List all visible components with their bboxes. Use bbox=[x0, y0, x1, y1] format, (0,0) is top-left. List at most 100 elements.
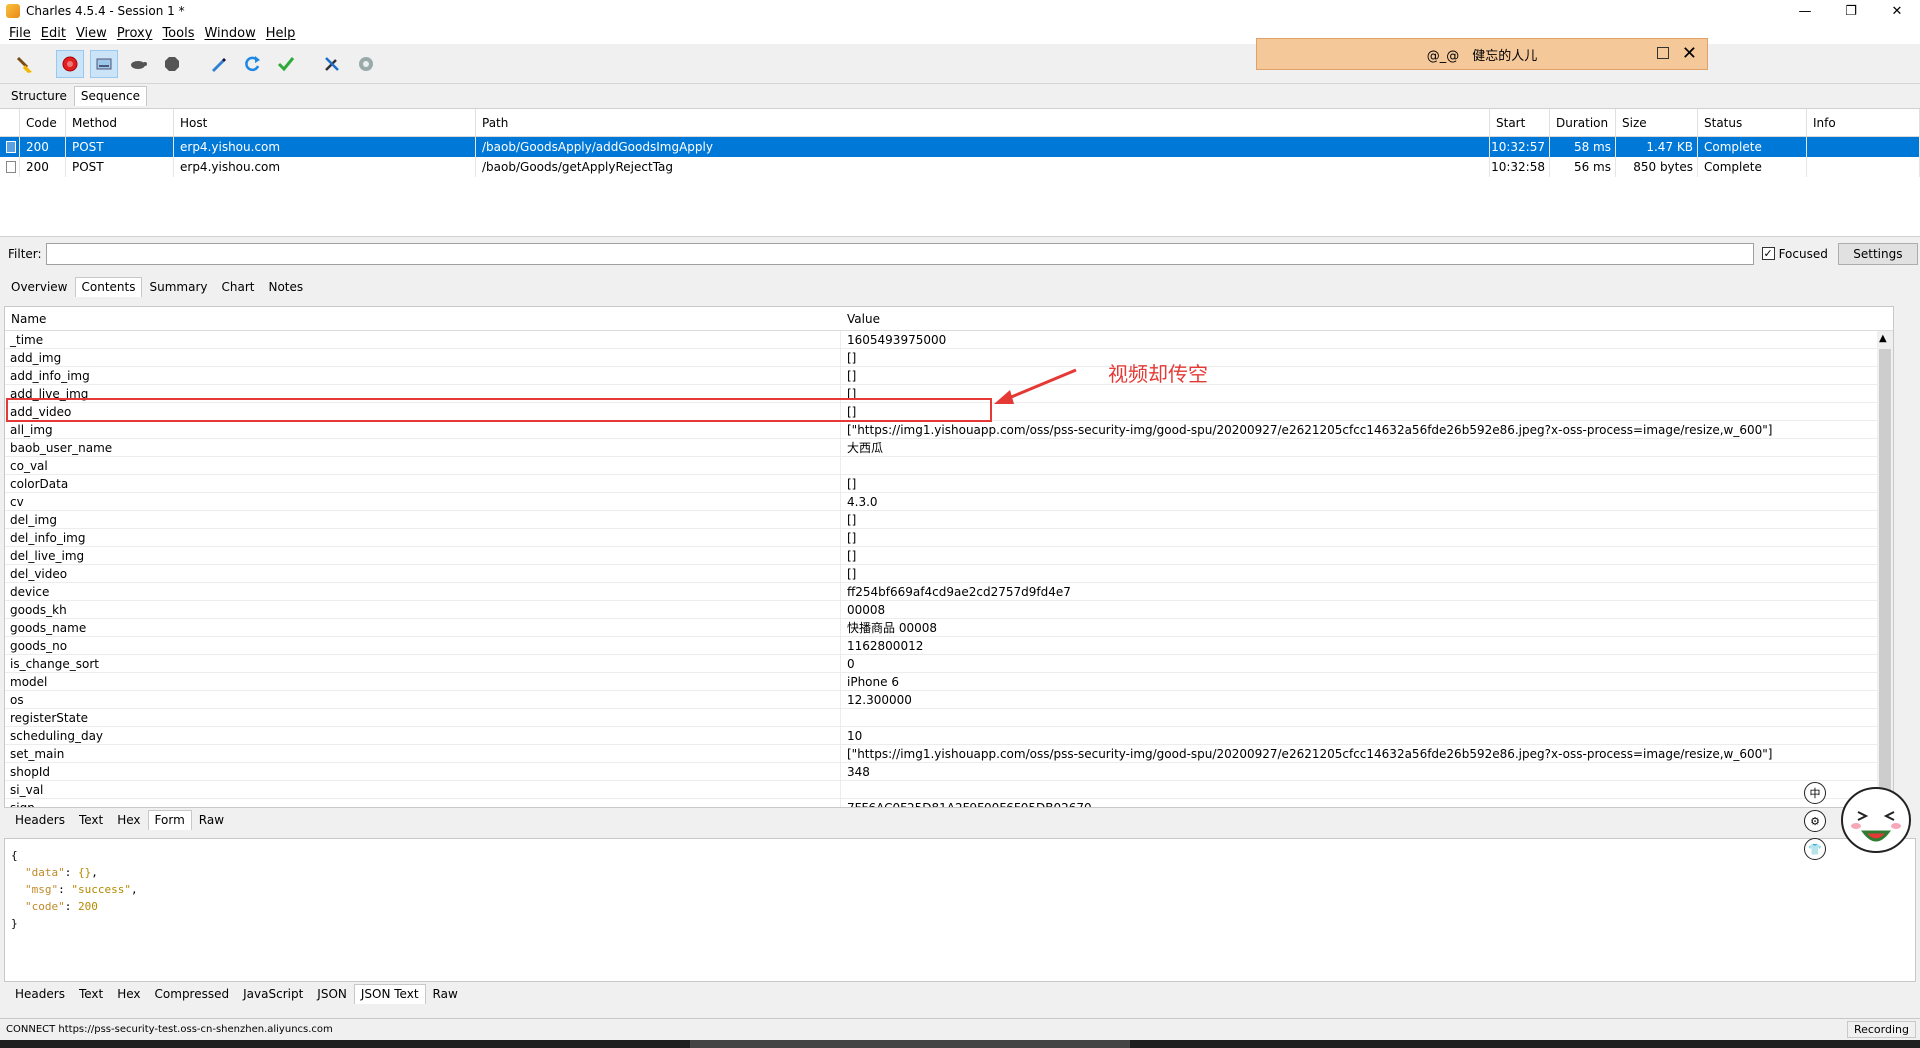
col-value[interactable]: Value bbox=[841, 312, 880, 326]
stop-icon[interactable] bbox=[158, 50, 186, 78]
tab-request-text[interactable]: Text bbox=[72, 810, 110, 830]
tab-request-headers[interactable]: Headers bbox=[8, 810, 72, 830]
gear-icon[interactable] bbox=[352, 50, 380, 78]
menu-file[interactable]: File bbox=[4, 26, 36, 41]
tab-sequence[interactable]: Sequence bbox=[73, 86, 148, 106]
tab-overview[interactable]: Overview bbox=[4, 277, 75, 297]
broom-icon[interactable] bbox=[10, 50, 38, 78]
scroll-up-icon[interactable]: ▲ bbox=[1879, 333, 1887, 344]
form-row[interactable]: goods_kh 00008 bbox=[5, 601, 1893, 619]
form-row[interactable]: shopId 348 bbox=[5, 763, 1893, 781]
form-row-value: [] bbox=[847, 530, 857, 545]
tab-response-headers[interactable]: Headers bbox=[8, 984, 72, 1004]
col-method[interactable]: Method bbox=[66, 109, 174, 136]
menu-proxy[interactable]: Proxy bbox=[112, 26, 158, 41]
form-row[interactable]: del_info_img [] bbox=[5, 529, 1893, 547]
form-row[interactable]: _time 1605493975000 bbox=[5, 331, 1893, 349]
tools-icon[interactable] bbox=[318, 50, 346, 78]
ime-skin-icon[interactable]: 👕 bbox=[1804, 838, 1826, 860]
turtle-icon[interactable] bbox=[124, 50, 152, 78]
form-row[interactable]: is_change_sort 0 bbox=[5, 655, 1893, 673]
tab-response-json[interactable]: JSON bbox=[310, 984, 354, 1004]
ime-settings-icon[interactable]: ⚙ bbox=[1804, 810, 1826, 832]
notification-maximize-icon[interactable] bbox=[1657, 47, 1669, 59]
table-row[interactable]: 200 POST erp4.yishou.com /baob/GoodsAppl… bbox=[0, 137, 1920, 157]
maximize-button[interactable]: ❐ bbox=[1828, 0, 1874, 22]
form-row[interactable]: add_info_img [] bbox=[5, 367, 1893, 385]
tab-summary[interactable]: Summary bbox=[142, 277, 214, 297]
form-row[interactable]: os 12.300000 bbox=[5, 691, 1893, 709]
minimize-button[interactable]: — bbox=[1782, 0, 1828, 22]
check-icon[interactable] bbox=[272, 50, 300, 78]
form-row[interactable]: device ff254bf669af4cd9ae2cd2757d9fd4e7 bbox=[5, 583, 1893, 601]
col-size[interactable]: Size bbox=[1616, 109, 1698, 136]
form-row[interactable]: goods_name 快播商品 00008 bbox=[5, 619, 1893, 637]
tab-structure[interactable]: Structure bbox=[4, 86, 74, 106]
col-info[interactable]: Info bbox=[1807, 109, 1920, 136]
tab-request-form[interactable]: Form bbox=[147, 810, 192, 830]
json-response-pane[interactable]: { "data": {}, "msg": "success", "code": … bbox=[4, 838, 1916, 982]
throttle-icon[interactable] bbox=[90, 49, 118, 78]
menu-tools[interactable]: Tools bbox=[157, 26, 199, 41]
col-name[interactable]: Name bbox=[5, 312, 841, 326]
form-row[interactable]: registerState bbox=[5, 709, 1893, 727]
notification-text: @_@ 健忘的人儿 bbox=[1426, 48, 1538, 64]
table-row[interactable]: 200 POST erp4.yishou.com /baob/Goods/get… bbox=[0, 157, 1920, 177]
notification-close-icon[interactable]: ✕ bbox=[1682, 43, 1697, 64]
form-row[interactable]: si_val bbox=[5, 781, 1893, 799]
form-row[interactable]: colorData [] bbox=[5, 475, 1893, 493]
tab-request-hex[interactable]: Hex bbox=[110, 810, 147, 830]
col-code[interactable]: Code bbox=[20, 109, 66, 136]
vertical-scrollbar[interactable]: ▲ bbox=[1877, 331, 1893, 807]
form-row[interactable]: set_main ["https://img1.yishouapp.com/oss… bbox=[5, 745, 1893, 763]
col-duration[interactable]: Duration bbox=[1550, 109, 1616, 136]
form-row[interactable]: scheduling_day 10 bbox=[5, 727, 1893, 745]
form-row[interactable]: model iPhone 6 bbox=[5, 673, 1893, 691]
form-row-name: cv bbox=[5, 493, 841, 510]
tab-response-hex[interactable]: Hex bbox=[110, 984, 147, 1004]
menu-view[interactable]: View bbox=[71, 26, 112, 41]
sequence-header: Code Method Host Path Start Duration Siz… bbox=[0, 109, 1920, 137]
form-row[interactable]: all_img ["https://img1.yishouapp.com/oss/… bbox=[5, 421, 1893, 439]
record-icon[interactable] bbox=[56, 49, 84, 78]
scrollbar-thumb[interactable] bbox=[1879, 349, 1891, 799]
tab-response-javascript[interactable]: JavaScript bbox=[236, 984, 310, 1004]
menu-help[interactable]: Help bbox=[261, 26, 301, 41]
notification-popup: @_@ 健忘的人儿 ✕ bbox=[1256, 38, 1708, 70]
form-row-value: iPhone 6 bbox=[847, 674, 899, 689]
filter-label: Filter: bbox=[8, 246, 42, 261]
refresh-icon[interactable] bbox=[238, 50, 266, 78]
form-row[interactable]: cv 4.3.0 bbox=[5, 493, 1893, 511]
tab-request-raw[interactable]: Raw bbox=[192, 810, 231, 830]
filter-input[interactable] bbox=[45, 242, 1754, 265]
form-row[interactable]: baob_user_name 大西瓜 bbox=[5, 439, 1893, 457]
form-row[interactable]: add_img [] bbox=[5, 349, 1893, 367]
tab-chart[interactable]: Chart bbox=[214, 277, 261, 297]
settings-button[interactable]: Settings bbox=[1837, 242, 1918, 265]
menu-edit[interactable]: Edit bbox=[36, 26, 71, 41]
pen-icon[interactable] bbox=[204, 50, 232, 78]
col-status[interactable]: Status bbox=[1698, 109, 1807, 136]
close-button[interactable]: ✕ bbox=[1874, 0, 1920, 22]
col-start[interactable]: Start bbox=[1490, 109, 1550, 136]
tab-response-text[interactable]: Text bbox=[72, 984, 110, 1004]
focused-checkbox[interactable]: ✓ Focused bbox=[1761, 247, 1828, 261]
form-row[interactable]: co_val bbox=[5, 457, 1893, 475]
form-row[interactable]: goods_no 1162800012 bbox=[5, 637, 1893, 655]
form-row[interactable]: sign 7FF6AC0F25D81A2F9F00F6F05DB02670 bbox=[5, 799, 1893, 807]
form-row[interactable]: del_video [] bbox=[5, 565, 1893, 583]
detail-tabs: Overview Contents Summary Chart Notes bbox=[4, 277, 310, 297]
tab-response-json-text[interactable]: JSON Text bbox=[353, 984, 426, 1004]
tab-response-compressed[interactable]: Compressed bbox=[148, 984, 237, 1004]
tab-notes[interactable]: Notes bbox=[261, 277, 310, 297]
col-host[interactable]: Host bbox=[174, 109, 476, 136]
col-path[interactable]: Path bbox=[476, 109, 1490, 136]
form-row-name: set_main bbox=[5, 745, 841, 762]
menu-window[interactable]: Window bbox=[199, 26, 260, 41]
filter-bar: Filter: ✓ Focused Settings bbox=[0, 236, 1920, 270]
ime-chinese-icon[interactable]: 中 bbox=[1804, 782, 1826, 804]
tab-contents[interactable]: Contents bbox=[74, 277, 143, 297]
tab-response-raw[interactable]: Raw bbox=[426, 984, 465, 1004]
form-row[interactable]: del_live_img [] bbox=[5, 547, 1893, 565]
form-row[interactable]: del_img [] bbox=[5, 511, 1893, 529]
